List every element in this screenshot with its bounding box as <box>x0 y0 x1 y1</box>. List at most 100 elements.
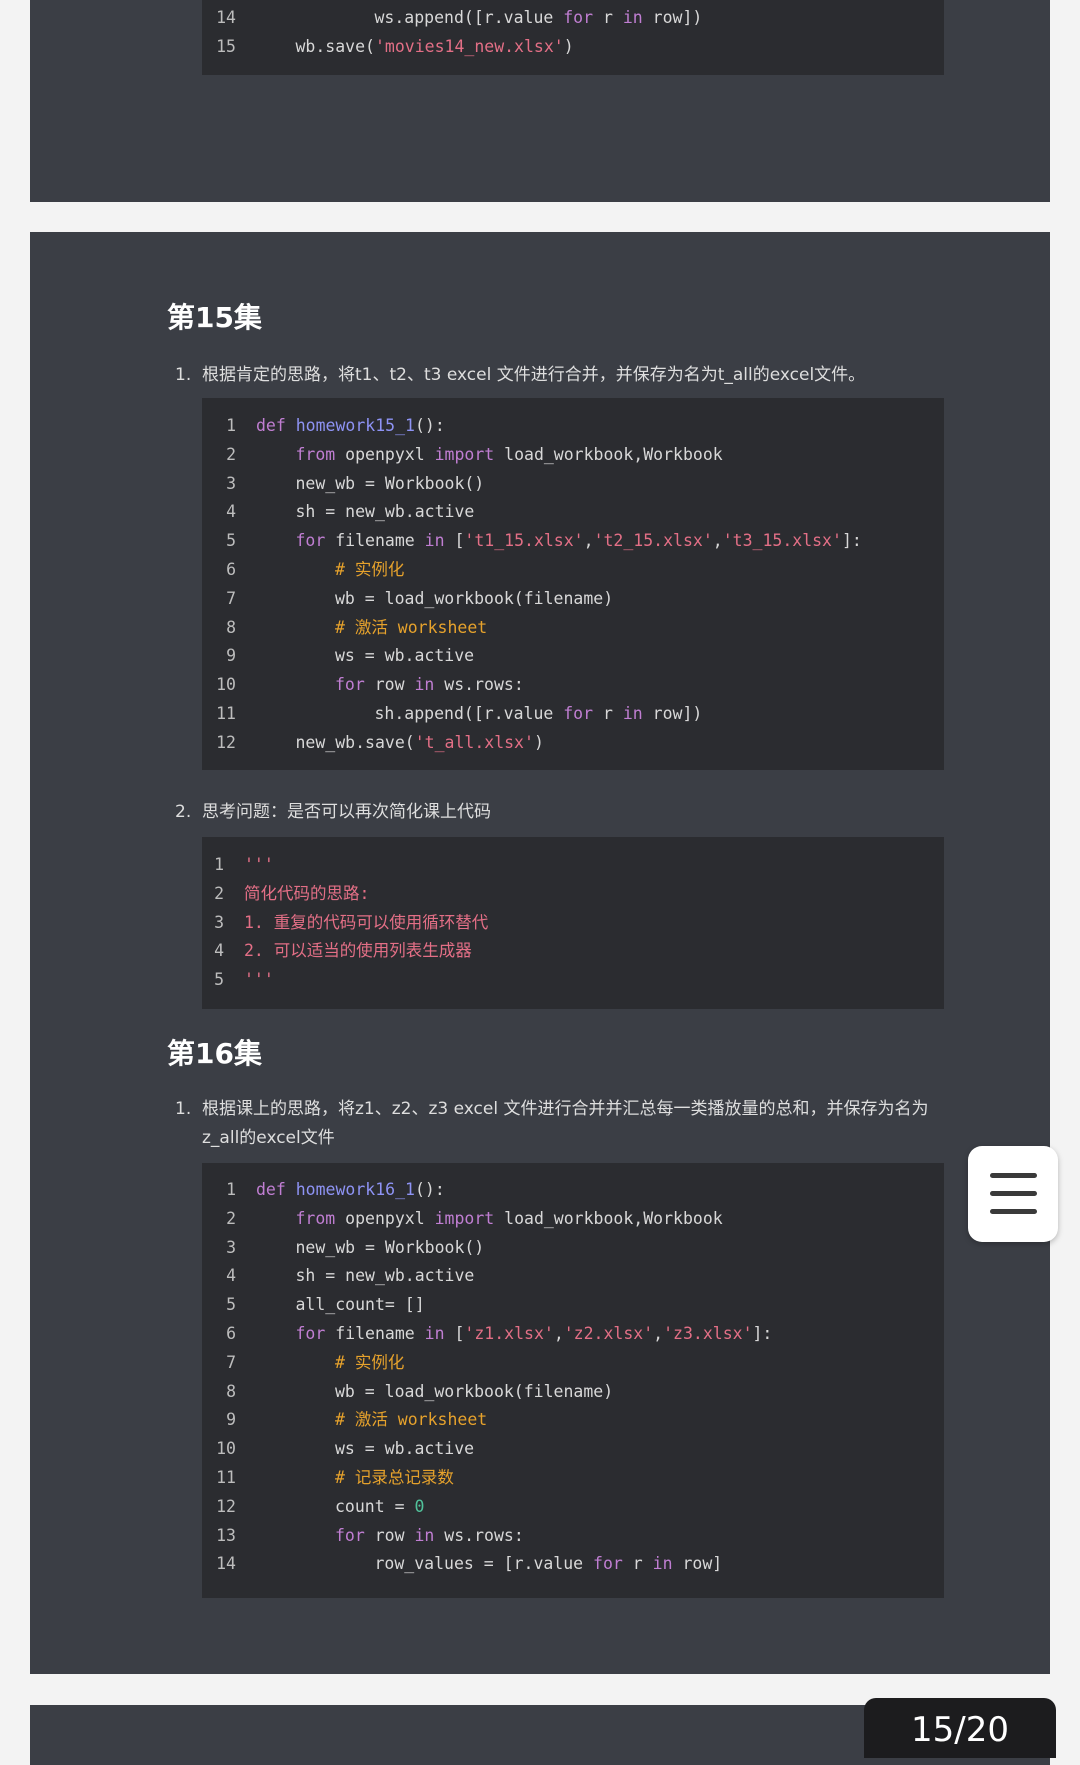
code-line: 14 row_values = [r.value for r in row] <box>202 1549 944 1578</box>
line-number: 7 <box>226 1352 236 1372</box>
code-line: 15 wb.save('movies14_new.xlsx') <box>202 32 944 61</box>
line-number: 6 <box>226 560 236 579</box>
code-line: 9 # 激活 worksheet <box>202 1405 944 1434</box>
code-line: 13 for row in ws.rows: <box>202 1521 944 1550</box>
code-text: sh = new_wb.active <box>295 502 475 522</box>
code-text: all_count= [] <box>295 1295 425 1315</box>
line-number: 6 <box>226 1324 236 1343</box>
line-number: 8 <box>226 1381 236 1401</box>
code-line: 2 from openpyxl import load_workbook,Work… <box>202 1204 944 1233</box>
code-text: # 实例化 <box>335 560 405 579</box>
code-text: ''' <box>244 855 274 874</box>
code-line: 3 1. 重复的代码可以使用循环替代 <box>202 908 944 937</box>
code-line: 12 new_wb.save('t_all.xlsx') <box>202 728 944 757</box>
code-text: for filename in ['z1.xlsx','z2.xlsx','z3… <box>295 1324 773 1343</box>
code-text: new_wb.save('t_all.xlsx') <box>295 732 544 752</box>
line-number: 1 <box>226 1180 236 1199</box>
code-text: ws = wb.active <box>335 646 475 666</box>
code-text: wb = load_workbook(filename) <box>335 1381 614 1401</box>
line-number: 13 <box>216 1525 236 1545</box>
code-text: ws = wb.active <box>335 1439 475 1459</box>
code-text: # 激活 worksheet <box>335 1410 488 1430</box>
section-heading-ep16: 第16集 <box>167 1037 262 1070</box>
line-number: 4 <box>214 941 224 961</box>
line-number: 2 <box>226 444 236 464</box>
task-number: 2. <box>175 802 192 822</box>
code-line: 11 sh.append([r.value for r in row]) <box>202 699 944 728</box>
code-line: 14 ws.append([r.value for r in row]) <box>202 3 944 32</box>
code-text: # 实例化 <box>335 1352 405 1372</box>
code-line: 9 ws = wb.active <box>202 641 944 670</box>
code-text: for row in ws.rows: <box>335 675 524 695</box>
line-number: 10 <box>216 675 236 695</box>
task-text: 根据肯定的思路，将t1、t2、t3 excel 文件进行合并，并保存为名为t_a… <box>202 365 866 385</box>
code-text: ws.append([r.value for r in row]) <box>374 8 703 27</box>
code-line: 4 sh = new_wb.active <box>202 1261 944 1290</box>
code-line: 7 # 实例化 <box>202 1348 944 1377</box>
code-text: def homework16_1(): <box>256 1180 445 1199</box>
line-number: 3 <box>214 912 224 932</box>
line-number: 11 <box>216 1468 236 1487</box>
code-line: 5 ''' <box>202 965 944 994</box>
task-number: 1. <box>175 365 192 385</box>
line-number: 3 <box>226 1237 236 1257</box>
code-line: 3 new_wb = Workbook() <box>202 469 944 498</box>
line-number: 2 <box>214 883 224 903</box>
code-text: wb.save('movies14_new.xlsx') <box>295 36 574 56</box>
task-number: 1. <box>175 1099 192 1119</box>
code-text: row_values = [r.value for r in row] <box>374 1554 723 1574</box>
code-text: 简化代码的思路: <box>244 883 370 903</box>
code-text: new_wb = Workbook() <box>295 1237 485 1257</box>
code-block-simplify-notes: 1 ''' 2 简化代码的思路: 3 1. 重复的代码可以使用循环替代 4 2. 可以适当的使… <box>202 837 944 1009</box>
code-line: 6 # 实例化 <box>202 555 944 584</box>
line-number: 10 <box>216 1439 236 1459</box>
code-text: sh.append([r.value for r in row]) <box>374 704 703 723</box>
code-line: 3 new_wb = Workbook() <box>202 1233 944 1262</box>
code-text: 1. 重复的代码可以使用循环替代 <box>244 912 489 932</box>
line-number: 9 <box>226 646 236 666</box>
line-number: 15 <box>216 36 236 56</box>
line-number: 1 <box>226 416 236 435</box>
code-line: 1 ''' <box>202 850 944 879</box>
code-text: new_wb = Workbook() <box>295 473 485 493</box>
code-line: 2 简化代码的思路: <box>202 879 944 908</box>
code-line: 7 wb = load_workbook(filename) <box>202 584 944 613</box>
code-line: 4 sh = new_wb.active <box>202 497 944 526</box>
line-number: 7 <box>226 588 236 608</box>
code-line: 8 # 激活 worksheet <box>202 613 944 642</box>
line-number: 2 <box>226 1208 236 1228</box>
page-indicator: 15/20 <box>864 1698 1056 1758</box>
line-number: 1 <box>214 855 224 874</box>
code-block-homework15-1: 1 def homework15_1(): 2 from openpyxl impor… <box>202 398 944 770</box>
code-text: from openpyxl import load_workbook,Workb… <box>295 1208 723 1228</box>
code-text: from openpyxl import load_workbook,Workb… <box>295 444 723 464</box>
code-block-previous: 14 ws.append([r.value for r in row]) 15 wb.… <box>202 0 944 75</box>
code-text: 2. 可以适当的使用列表生成器 <box>244 941 472 961</box>
code-text: count = 0 <box>335 1496 425 1516</box>
code-text: sh = new_wb.active <box>295 1266 475 1286</box>
line-number: 9 <box>226 1410 236 1430</box>
line-number: 11 <box>216 704 236 723</box>
code-line: 5 for filename in ['t1_15.xlsx','t2_15.xl… <box>202 526 944 555</box>
line-number: 3 <box>226 473 236 493</box>
task-text: 根据课上的思路，将z1、z2、z3 excel 文件进行合并并汇总每一类播放量的… <box>202 1099 929 1148</box>
code-text: ''' <box>244 970 274 990</box>
code-line: 10 ws = wb.active <box>202 1434 944 1463</box>
code-line: 6 for filename in ['z1.xlsx','z2.xlsx','z… <box>202 1319 944 1348</box>
line-number: 14 <box>216 8 236 27</box>
code-block-homework16-1: 1 def homework16_1(): 2 from openpyxl impor… <box>202 1163 944 1598</box>
menu-button[interactable] <box>968 1146 1058 1242</box>
task-text: 思考问题：是否可以再次简化课上代码 <box>202 802 491 822</box>
code-text: def homework15_1(): <box>256 416 445 435</box>
line-number: 5 <box>226 531 236 551</box>
line-number: 12 <box>216 732 236 752</box>
code-line: 8 wb = load_workbook(filename) <box>202 1377 944 1406</box>
code-line: 1 def homework15_1(): <box>202 411 944 440</box>
code-line: 12 count = 0 <box>202 1492 944 1521</box>
line-number: 4 <box>226 1266 236 1286</box>
code-line: 1 def homework16_1(): <box>202 1175 944 1204</box>
section-heading-ep15: 第15集 <box>167 301 262 334</box>
code-text: for row in ws.rows: <box>335 1525 524 1545</box>
code-line: 10 for row in ws.rows: <box>202 670 944 699</box>
code-line: 11 # 记录总记录数 <box>202 1463 944 1492</box>
